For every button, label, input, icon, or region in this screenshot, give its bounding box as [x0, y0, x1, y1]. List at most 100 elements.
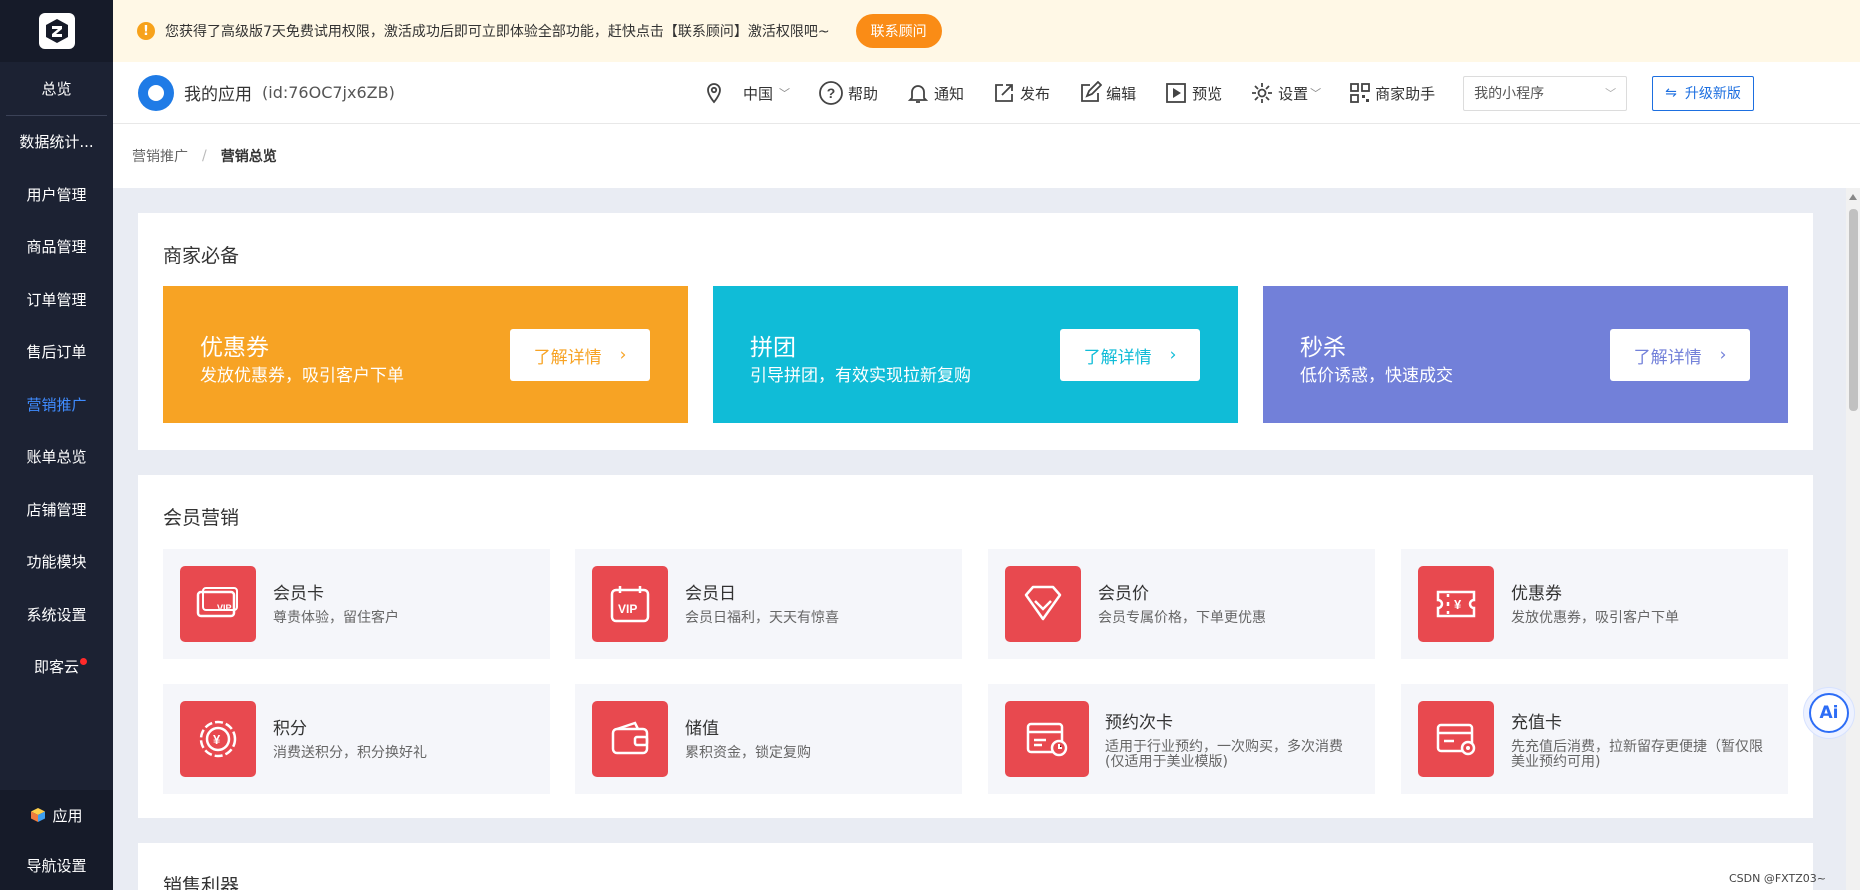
section-title: 商家必备 — [163, 245, 240, 267]
card-desc: 适用于行业预约，一次购买，多次消费(仅适用于美业模版) — [1105, 739, 1343, 770]
sidebar-item-products[interactable]: 商品管理 — [0, 221, 113, 274]
card-desc: 尊贵体验，留住客户 — [273, 610, 399, 626]
learn-more-label: 了解详情 — [533, 347, 602, 368]
breadcrumb-parent[interactable]: 营销推广 — [132, 146, 188, 166]
sidebar-item-label: 系统设置 — [26, 605, 87, 624]
main-content: 商家必备 优惠券 发放优惠券，吸引客户下单 了解详情 › 拼团 引导拼团，有效实… — [113, 188, 1846, 890]
section-member-marketing: 会员营销 VIP 会员卡 尊贵体验，留住客户 VIP 会员日 会员日福利，天天有… — [138, 475, 1813, 818]
card-stored-value[interactable]: 储值 累积资金，锁定复购 — [575, 684, 962, 794]
sidebar-item-marketing[interactable]: 营销推广 — [0, 378, 113, 431]
header-toolbar: 中国 ﹀ ? 帮助 通知 发布 编辑 预览 设置 ﹀ 商家助手 我的小程序 ﹀ … — [703, 62, 1754, 124]
sidebar-item-store[interactable]: 店铺管理 — [0, 483, 113, 536]
promo-subtitle: 引导拼团，有效实现拉新复购 — [750, 366, 971, 386]
card-title: 储值 — [685, 719, 719, 739]
card-title: 会员价 — [1098, 584, 1149, 604]
chevron-down-icon: ﹀ — [1310, 87, 1322, 100]
qr-code-icon — [1350, 83, 1371, 103]
scroll-up-arrow[interactable] — [1849, 194, 1857, 200]
svg-text:VIP: VIP — [217, 603, 232, 613]
chevron-right-icon: › — [1719, 345, 1727, 365]
learn-more-button[interactable]: 了解详情 › — [1610, 329, 1750, 381]
cube-icon — [31, 808, 46, 822]
promo-flash-sale: 秒杀 低价诱惑，快速成交 了解详情 › — [1263, 286, 1788, 423]
sidebar-item-aftersales[interactable]: 售后订单 — [0, 326, 113, 379]
settings-label: 设置 — [1278, 84, 1309, 103]
page-scrollbar[interactable] — [1846, 188, 1860, 890]
card-title: 充值卡 — [1511, 713, 1562, 733]
notice-text: 您获得了高级版7天免费试用权限，激活成功后即可立即体验全部功能，赶快点击【联系顾… — [165, 24, 830, 40]
location-pin-icon — [707, 83, 721, 104]
upgrade-button[interactable]: ⇋ 升级新版 — [1652, 75, 1754, 111]
svg-text:VIP: VIP — [618, 602, 637, 616]
sidebar-item-users[interactable]: 用户管理 — [0, 168, 113, 221]
card-recharge-card[interactable]: 充值卡 先充值后消费，拉新留存更便捷（暂仅限美业预约可用) — [1401, 684, 1788, 794]
recharge-card-icon — [1418, 701, 1494, 777]
merchant-helper-button[interactable]: 商家助手 — [1349, 82, 1435, 104]
promo-subtitle: 低价诱惑，快速成交 — [1300, 366, 1453, 386]
member-price-icon — [1005, 566, 1081, 642]
sidebar-bottom: 应用 导航设置 — [0, 790, 113, 890]
appointment-card-icon — [1005, 701, 1089, 777]
edit-button[interactable]: 编辑 — [1078, 81, 1136, 105]
stored-value-icon — [592, 701, 668, 777]
help-button[interactable]: ? 帮助 — [818, 80, 878, 106]
card-title: 预约次卡 — [1105, 713, 1173, 733]
learn-more-button[interactable]: 了解详情 › — [510, 329, 650, 381]
sidebar-nav-settings[interactable]: 导航设置 — [0, 840, 113, 890]
region-selector[interactable]: 中国 ﹀ — [703, 82, 790, 104]
scroll-thumb[interactable] — [1849, 209, 1858, 411]
sidebar-item-settings[interactable]: 系统设置 — [0, 588, 113, 641]
chevron-down-icon: ﹀ — [1605, 87, 1617, 100]
learn-more-button[interactable]: 了解详情 › — [1060, 329, 1200, 381]
preview-button[interactable]: 预览 — [1164, 81, 1222, 105]
preview-label: 预览 — [1192, 84, 1223, 103]
card-member-day[interactable]: VIP 会员日 会员日福利，天天有惊喜 — [575, 549, 962, 659]
sidebar-item-label: 总览 — [41, 79, 72, 98]
member-card-icon: VIP — [180, 566, 256, 642]
svg-text:¥: ¥ — [1454, 597, 1462, 612]
learn-more-label: 了解详情 — [1083, 347, 1152, 368]
sidebar-item-overview[interactable]: 总览 — [0, 62, 113, 115]
sidebar: 总览 数据统计... 用户管理 商品管理 订单管理 售后订单 营销推广 账单总览… — [0, 0, 113, 890]
section-title: 会员营销 — [163, 507, 240, 529]
sidebar-item-jikeyun[interactable]: 即客云 — [0, 641, 113, 694]
card-points[interactable]: ¥ 积分 消费送积分，积分换好礼 — [163, 684, 550, 794]
notify-button[interactable]: 通知 — [906, 81, 964, 105]
sidebar-item-label: 即客云 — [33, 658, 79, 677]
sidebar-item-label: 用户管理 — [26, 185, 87, 204]
edit-icon — [1081, 81, 1103, 102]
logo[interactable] — [0, 0, 113, 62]
gear-icon — [1252, 83, 1273, 103]
app-avatar[interactable] — [138, 74, 174, 111]
apps-label: 应用 — [52, 806, 83, 825]
card-member-card[interactable]: VIP 会员卡 尊贵体验，留住客户 — [163, 549, 550, 659]
sidebar-item-bills[interactable]: 账单总览 — [0, 431, 113, 484]
sidebar-item-modules[interactable]: 功能模块 — [0, 536, 113, 589]
card-appointment-card[interactable]: 预约次卡 适用于行业预约，一次购买，多次消费(仅适用于美业模版) — [988, 684, 1375, 794]
promo-title: 优惠券 — [200, 335, 269, 361]
watermark: CSDN @FXTZ03~ — [1729, 872, 1826, 885]
switch-icon: ⇋ — [1665, 85, 1677, 101]
coupon-icon: ¥ — [1418, 566, 1494, 642]
learn-more-label: 了解详情 — [1633, 347, 1702, 368]
contact-advisor-button[interactable]: 联系顾问 — [855, 14, 942, 48]
sidebar-apps-button[interactable]: 应用 — [0, 790, 113, 840]
card-coupon[interactable]: ¥ 优惠券 发放优惠券，吸引客户下单 — [1401, 549, 1788, 659]
sidebar-item-orders[interactable]: 订单管理 — [0, 273, 113, 326]
sidebar-item-statistics[interactable]: 数据统计... — [0, 116, 113, 169]
sidebar-item-label: 功能模块 — [26, 553, 87, 572]
sidebar-item-label: 数据统计... — [19, 133, 94, 152]
points-icon: ¥ — [180, 701, 256, 777]
region-label: 中国 — [743, 84, 774, 103]
merchant-helper-label: 商家助手 — [1375, 84, 1436, 103]
publish-button[interactable]: 发布 — [992, 81, 1050, 105]
upgrade-label: 升级新版 — [1684, 86, 1741, 102]
mini-program-select[interactable]: 我的小程序 ﹀ — [1463, 75, 1628, 111]
card-member-price[interactable]: 会员价 会员专属价格，下单更优惠 — [988, 549, 1375, 659]
breadcrumb-current: 营销总览 — [220, 149, 277, 165]
card-desc: 累积资金，锁定复购 — [685, 745, 811, 761]
section-title: 销售利器 — [163, 875, 240, 890]
settings-button[interactable]: 设置 ﹀ — [1250, 81, 1321, 105]
ai-assistant-button[interactable]: Ai — [1803, 687, 1855, 739]
chevron-right-icon: › — [619, 345, 627, 365]
